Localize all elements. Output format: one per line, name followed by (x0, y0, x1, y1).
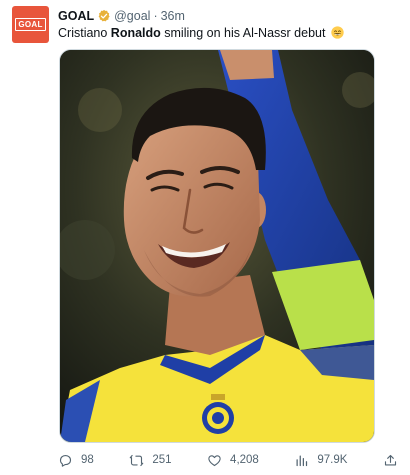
like-button[interactable]: 4,208 (207, 453, 259, 468)
views-button[interactable]: 97.9K (294, 453, 347, 468)
like-count: 4,208 (230, 454, 259, 466)
header-separator: · (153, 9, 158, 23)
avatar-logo-text: GOAL (15, 18, 46, 31)
tweet-text-part: smiling on his Al-Nassr debut (160, 26, 326, 40)
reply-icon (59, 454, 72, 467)
retweet-count: 251 (152, 454, 172, 466)
player-photo (60, 50, 374, 442)
author-handle[interactable]: @goal (114, 8, 150, 24)
tweet-actions: 98 251 4,208 97.9K (58, 450, 398, 470)
tweet-header: GOAL @goal · 36m (58, 8, 400, 24)
reply-count: 98 (81, 454, 94, 466)
tweet-text-bold: Ronaldo (110, 26, 161, 40)
analytics-icon (296, 455, 308, 466)
reply-button[interactable]: 98 (58, 453, 94, 468)
heart-icon (208, 454, 221, 466)
tweet-media-photo[interactable] (59, 49, 375, 443)
tweet-text-part: Cristiano (58, 26, 111, 40)
retweet-icon (130, 454, 144, 466)
author-name[interactable]: GOAL (58, 8, 94, 24)
grinning-face-emoji-icon (331, 26, 344, 39)
share-icon (384, 454, 397, 465)
share-button[interactable] (383, 453, 398, 468)
avatar[interactable]: GOAL (12, 6, 49, 43)
tweet-text: Cristiano Ronaldo smiling on his Al-Nass… (58, 25, 400, 41)
retweet-button[interactable]: 251 (129, 453, 172, 468)
view-count: 97.9K (317, 454, 348, 466)
verified-badge-icon (97, 9, 111, 23)
tweet-timestamp[interactable]: 36m (161, 8, 185, 24)
